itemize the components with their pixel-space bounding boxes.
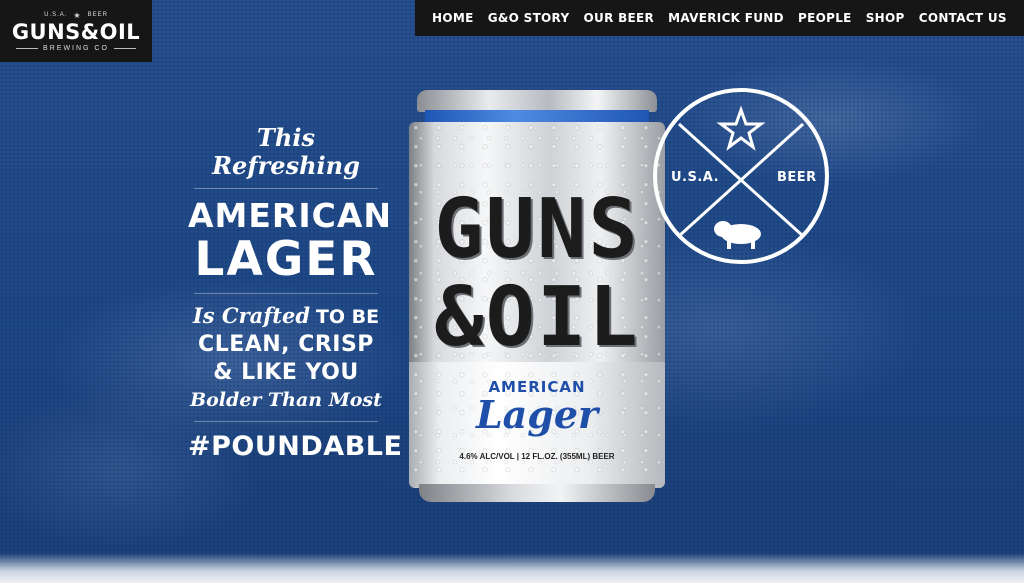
usa-beer-badge: U.S.A. BEER [649,84,833,268]
logo-mini-right: BEER [87,12,108,18]
logo-mini: U.S.A. ★ BEER [44,11,108,20]
hero-line-bolder: Bolder Than Most [190,389,382,411]
logo-tagline-text: BREWING CO [43,44,109,52]
hero-crafted-caps: TO BE [315,306,380,328]
can-bottom [419,484,655,502]
nav-our-beer[interactable]: OUR BEER [584,11,655,25]
nav-people[interactable]: PEOPLE [798,11,852,25]
bison-icon [714,221,761,249]
can-brand-name: GUNS &OIL [417,186,657,362]
divider [194,293,378,294]
can-lid [417,90,657,112]
hero-line-like-you: & LIKE YOU [213,360,359,385]
beer-can-image: GUNS &OIL AMERICAN Lager 4.6% ALC/VOL | … [409,90,665,502]
nav-contact-us[interactable]: CONTACT US [919,11,1007,25]
badge-left-label: U.S.A. [671,170,720,185]
hero-hashtag: #POUNDABLE [188,431,403,462]
main-nav: HOME G&O STORY OUR BEER MAVERICK FUND PE… [415,0,1024,36]
hero-line-lager: LAGER [194,232,378,287]
bottom-ink-edge [0,553,1024,583]
nav-go-story[interactable]: G&O STORY [488,11,570,25]
hero-line-crafted: Is Crafted TO BE [188,302,384,331]
can-abv: 4.6% ALC/VOL | 12 FL.OZ. (355ML) BEER [459,452,615,461]
hero-line-american: AMERICAN [188,196,392,235]
nav-shop[interactable]: SHOP [866,11,905,25]
logo-mini-left: U.S.A. [44,12,68,18]
can-brand-line1: GUNS [434,182,640,277]
logo-wordmark: GUNS&OIL [11,19,141,44]
badge-right-label: BEER [777,170,817,185]
can-brand-line2: &OIL [434,270,640,365]
hero-copy: This Refreshing AMERICAN LAGER Is Crafte… [188,123,403,464]
divider [194,188,378,189]
star-icon: ★ [73,10,82,20]
divider [113,47,136,49]
hero-line-clean: CLEAN, CRISP [198,332,374,357]
site-logo[interactable]: U.S.A. ★ BEER GUNS&OIL BREWING CO [0,0,152,62]
hero-crafted-script: Is Crafted [192,303,311,328]
hero-line-intro: This Refreshing [212,123,360,180]
divider [16,47,39,49]
nav-home[interactable]: HOME [432,11,474,25]
nav-maverick-fund[interactable]: MAVERICK FUND [668,11,784,25]
divider [194,421,378,422]
star-icon [716,105,766,151]
can-style-script: Lager [475,392,599,437]
logo-tagline: BREWING CO [16,45,136,52]
